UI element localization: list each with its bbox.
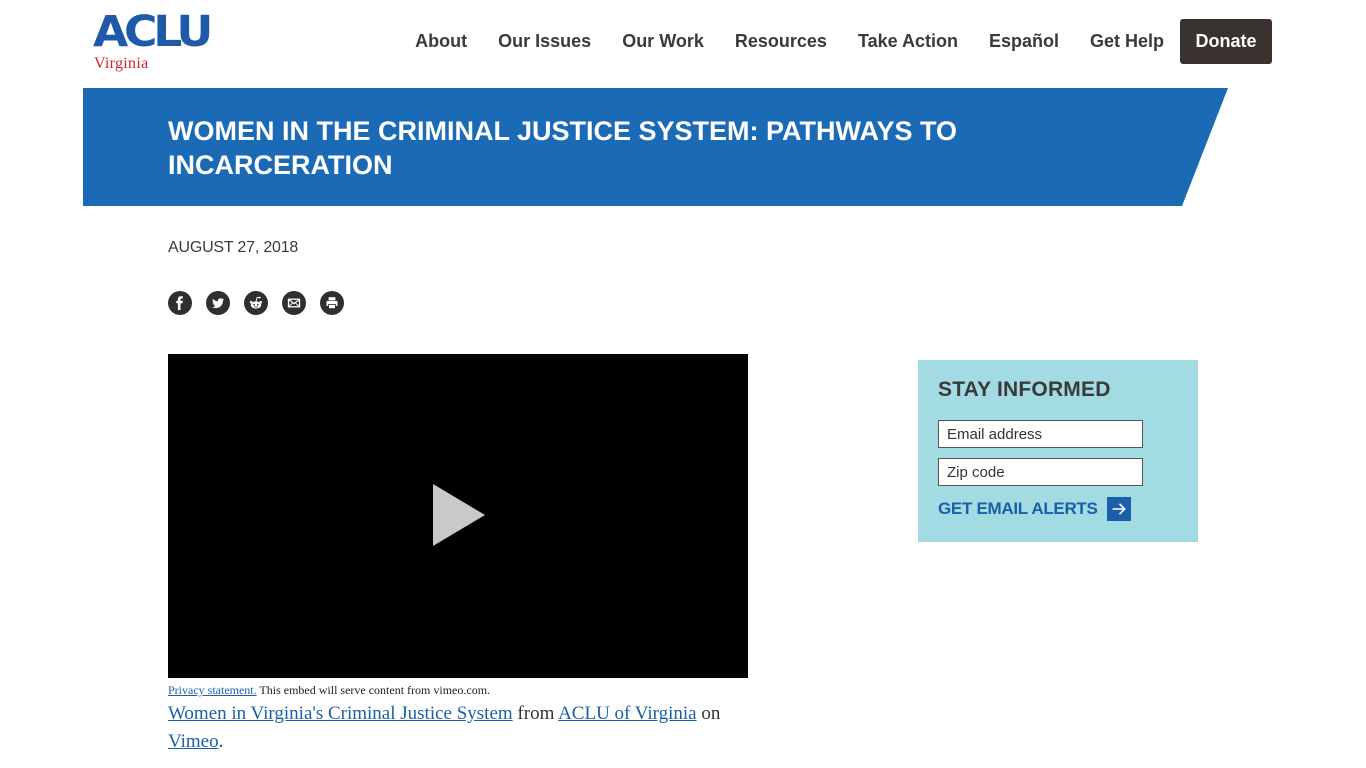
caption-on: on [696,703,721,724]
privacy-note: Privacy statement. This embed will serve… [168,683,490,698]
video-caption: Women in Virginia's Criminal Justice Sys… [168,700,728,756]
arrow-right-icon [1106,497,1131,521]
nav-get-help[interactable]: Get Help [1090,31,1164,52]
vimeo-link[interactable]: Vimeo [168,731,219,752]
reddit-icon[interactable] [244,291,268,315]
privacy-statement-link[interactable]: Privacy statement. [168,683,257,697]
facebook-icon[interactable] [168,291,192,315]
nav-about[interactable]: About [415,31,467,52]
video-title-link[interactable]: Women in Virginia's Criminal Justice Sys… [168,703,513,724]
nav-resources[interactable]: Resources [735,31,827,52]
nav-espanol[interactable]: Español [989,31,1059,52]
post-date: AUGUST 27, 2018 [168,239,299,256]
main-nav: About Our Issues Our Work Resources Take… [415,19,1272,64]
page-title: Women in the Criminal Justice System: Pa… [168,116,958,180]
nav-our-issues[interactable]: Our Issues [498,31,591,52]
play-icon[interactable] [433,484,485,546]
donate-button[interactable]: Donate [1180,19,1272,64]
nav-take-action[interactable]: Take Action [858,31,958,52]
twitter-icon[interactable] [206,291,230,315]
privacy-text: This embed will serve content from vimeo… [256,683,491,697]
email-icon[interactable] [282,291,306,315]
email-field[interactable] [938,420,1143,448]
logo-mark: ACLU [93,7,213,57]
nav-our-work[interactable]: Our Work [622,31,704,52]
zip-code-field[interactable] [938,458,1143,486]
logo-affiliate: Virginia [94,55,149,72]
video-player[interactable] [168,354,748,678]
get-email-alerts-button[interactable]: GET EMAIL ALERTS [938,497,1131,521]
print-icon[interactable] [320,291,344,315]
caption-from: from [512,703,559,724]
video-author-link[interactable]: ACLU of Virginia [558,703,697,724]
stay-informed-panel: STAY INFORMED GET EMAIL ALERTS [918,360,1198,542]
share-bar [168,291,358,315]
aclu-virginia-logo[interactable]: ACLU Virginia [93,10,213,76]
title-banner: Women in the Criminal Justice System: Pa… [83,88,1228,206]
submit-label: GET EMAIL ALERTS [938,499,1098,518]
caption-end: . [218,731,224,752]
signup-heading: STAY INFORMED [938,378,1111,401]
